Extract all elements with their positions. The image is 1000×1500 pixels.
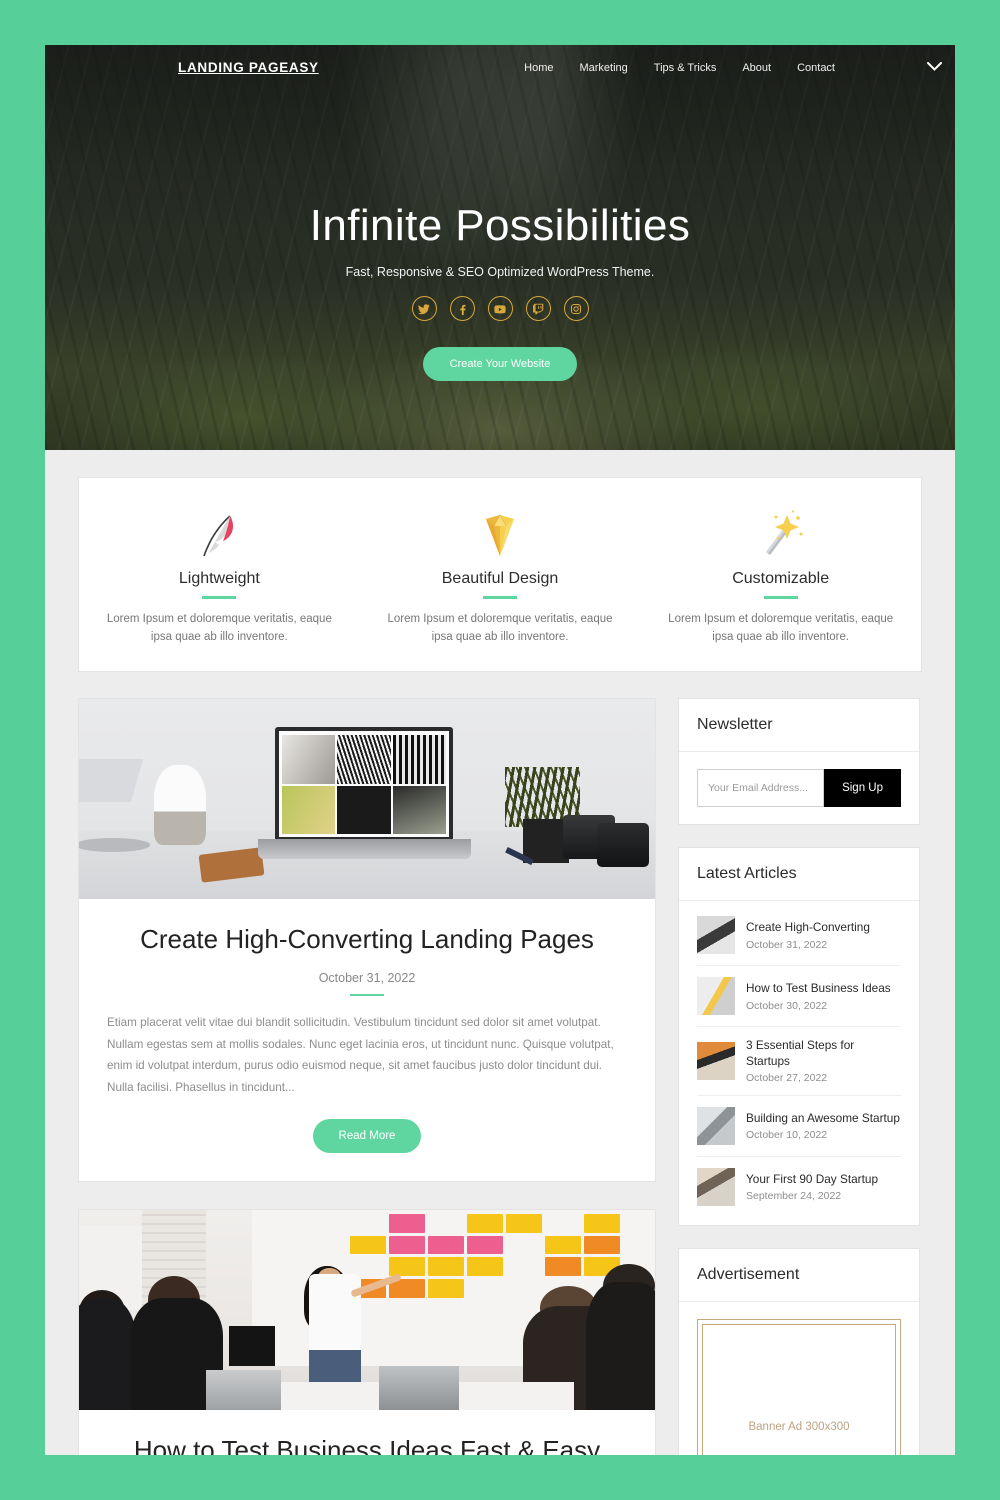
diamond-icon [378,506,623,564]
newsletter-body: Sign Up [679,752,919,824]
article-date: October 31, 2022 [746,938,828,951]
article-date: October 30, 2022 [746,999,828,1012]
post-accent-rule [350,993,384,997]
widget-header: Latest Articles [679,848,919,902]
signup-form: Sign Up [697,769,901,808]
features-panel: Lightweight Lorem Ipsum et doloremque ve… [78,477,922,673]
feature-text: Lorem Ipsum et doloremque veritatis, eaq… [106,612,332,644]
nav-item-home[interactable]: Home [524,62,553,74]
twitch-icon[interactable] [525,296,551,322]
newsletter-widget: Newsletter Sign Up [678,698,920,826]
navigation-bar: LANDING PAGEASY Home Marketing Tips & Tr… [45,45,955,90]
ad-banner[interactable]: Banner Ad 300x300 [697,1319,901,1455]
advertisement-widget: Advertisement Banner Ad 300x300 [678,1248,920,1455]
article-thumbnail [697,916,735,955]
article-thumbnail [697,1168,735,1207]
article-date: October 10, 2022 [746,1129,828,1142]
article-date: September 24, 2022 [746,1190,842,1203]
feature-accent-rule [483,596,517,599]
chevron-down-icon[interactable] [921,53,947,79]
nav-item-marketing[interactable]: Marketing [579,62,627,74]
widget-header: Newsletter [679,699,919,753]
article-date: October 27, 2022 [746,1072,828,1085]
hero-content: Infinite Possibilities Fast, Responsive … [45,90,955,382]
content-area: Create High-Converting Landing Pages Oct… [78,698,922,1455]
ad-label: Banner Ad 300x300 [748,1420,850,1433]
feature-title: Lightweight [178,570,260,587]
article-title: Building an Awesome Startup [746,1110,900,1125]
post-card: Create High-Converting Landing Pages Oct… [78,698,656,1182]
youtube-icon[interactable] [487,296,513,322]
article-thumbnail [697,1042,735,1081]
email-field[interactable] [697,769,825,808]
site-page: LANDING PAGEASY Home Marketing Tips & Tr… [45,45,955,1455]
latest-articles-widget: Latest Articles Create High-Converting O… [678,847,920,1227]
twitter-icon[interactable] [411,296,437,322]
feature-title: Beautiful Design [441,570,559,587]
create-website-button[interactable]: Create Your Website [422,347,578,382]
feature-accent-rule [763,596,798,599]
facebook-icon[interactable] [449,296,475,322]
nav-item-tips-tricks[interactable]: Tips & Tricks [654,62,717,74]
nav-item-about[interactable]: About [742,62,771,74]
hero-subtitle: Fast, Responsive & SEO Optimized WordPre… [345,265,655,280]
feature-card-beautiful-design: Beautiful Design Lorem Ipsum et doloremq… [360,506,641,647]
post-title[interactable]: Create High-Converting Landing Pages [107,923,627,956]
article-thumbnail [697,977,735,1016]
feature-accent-rule [202,596,237,599]
list-item[interactable]: 3 Essential Steps for Startups October 2… [697,1027,901,1097]
feature-title: Customizable [732,570,830,587]
article-meta: Your First 90 Day Startup September 24, … [746,1172,878,1202]
widget-header: Advertisement [679,1249,919,1303]
latest-articles-title: Latest Articles [697,865,797,883]
article-list: Create High-Converting October 31, 2022 … [679,901,919,1225]
post-date: October 31, 2022 [318,970,416,985]
feature-card-customizable: Customizable Lorem Ipsum et doloremque v… [640,506,921,647]
sign-up-button[interactable]: Sign Up [824,769,901,808]
article-thumbnail [697,1107,735,1146]
sidebar: Newsletter Sign Up Latest Articles [678,698,920,1455]
article-meta: Create High-Converting October 31, 2022 [746,920,870,950]
post-body: Create High-Converting Landing Pages Oct… [79,899,655,1180]
main-column: Create High-Converting Landing Pages Oct… [78,698,656,1455]
feature-text: Lorem Ipsum et doloremque veritatis, eaq… [387,612,613,644]
article-meta: How to Test Business Ideas October 30, 2… [746,981,891,1011]
article-meta: 3 Essential Steps for Startups October 2… [746,1038,901,1084]
post-card: How to Test Business Ideas Fast & Easy W… [78,1208,656,1455]
read-more-button[interactable]: Read More [312,1118,422,1153]
magic-wand-icon [658,506,903,564]
article-title: How to Test Business Ideas [746,981,891,996]
advertisement-title: Advertisement [697,1266,800,1284]
nav-item-contact[interactable]: Contact [797,62,835,74]
hero-section: LANDING PAGEASY Home Marketing Tips & Tr… [45,45,955,450]
list-item[interactable]: How to Test Business Ideas October 30, 2… [697,966,901,1028]
newsletter-title: Newsletter [697,716,773,734]
instagram-icon[interactable] [563,296,589,322]
site-brand[interactable]: LANDING PAGEASY [178,60,319,75]
post-body: How to Test Business Ideas Fast & Easy W… [79,1410,655,1455]
ad-inner-frame: Banner Ad 300x300 [702,1324,896,1455]
feature-card-lightweight: Lightweight Lorem Ipsum et doloremque ve… [79,506,360,647]
article-title: Your First 90 Day Startup [746,1171,879,1186]
post-excerpt: Etiam placerat velit vitae dui blandit s… [107,1016,614,1095]
feather-icon [97,506,342,564]
post-title[interactable]: How to Test Business Ideas Fast & Easy W… [107,1434,627,1455]
nav-links: Home Marketing Tips & Tricks About Conta… [524,62,917,74]
article-title: Create High-Converting [746,920,870,935]
hero-title: Infinite Possibilities [309,201,691,250]
article-title: 3 Essential Steps for Startups [746,1038,855,1068]
list-item[interactable]: Create High-Converting October 31, 2022 [697,905,901,967]
feature-text: Lorem Ipsum et doloremque veritatis, eaq… [668,612,894,644]
post-featured-image[interactable] [79,1209,655,1410]
social-links [45,296,955,322]
article-meta: Building an Awesome Startup October 10, … [746,1111,900,1141]
list-item[interactable]: Your First 90 Day Startup September 24, … [697,1157,901,1217]
list-item[interactable]: Building an Awesome Startup October 10, … [697,1096,901,1158]
post-featured-image[interactable] [79,699,655,900]
